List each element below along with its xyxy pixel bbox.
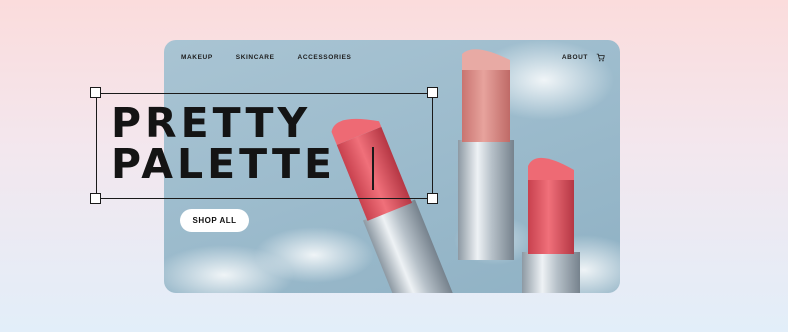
nav-link-accessories[interactable]: ACCESSORIES <box>298 54 352 61</box>
hero-title[interactable]: PRETTY PALETTE <box>111 103 336 185</box>
resize-handle-bottom-left[interactable] <box>90 193 101 204</box>
text-cursor <box>372 147 374 190</box>
main-nav: MAKEUP SKINCARE ACCESSORIES <box>181 54 351 61</box>
nav-link-makeup[interactable]: MAKEUP <box>181 54 213 61</box>
resize-handle-top-left[interactable] <box>90 87 101 98</box>
nav-right: ABOUT <box>562 53 605 62</box>
nav-link-about[interactable]: ABOUT <box>562 54 588 61</box>
cart-icon[interactable] <box>596 53 605 62</box>
hero-title-line2: PALETTE <box>111 140 337 188</box>
nav-link-skincare[interactable]: SKINCARE <box>236 54 275 61</box>
hero-title-line1: PRETTY <box>111 99 312 147</box>
shop-all-button[interactable]: SHOP ALL <box>180 209 249 232</box>
resize-handle-top-right[interactable] <box>427 87 438 98</box>
resize-handle-bottom-right[interactable] <box>427 193 438 204</box>
